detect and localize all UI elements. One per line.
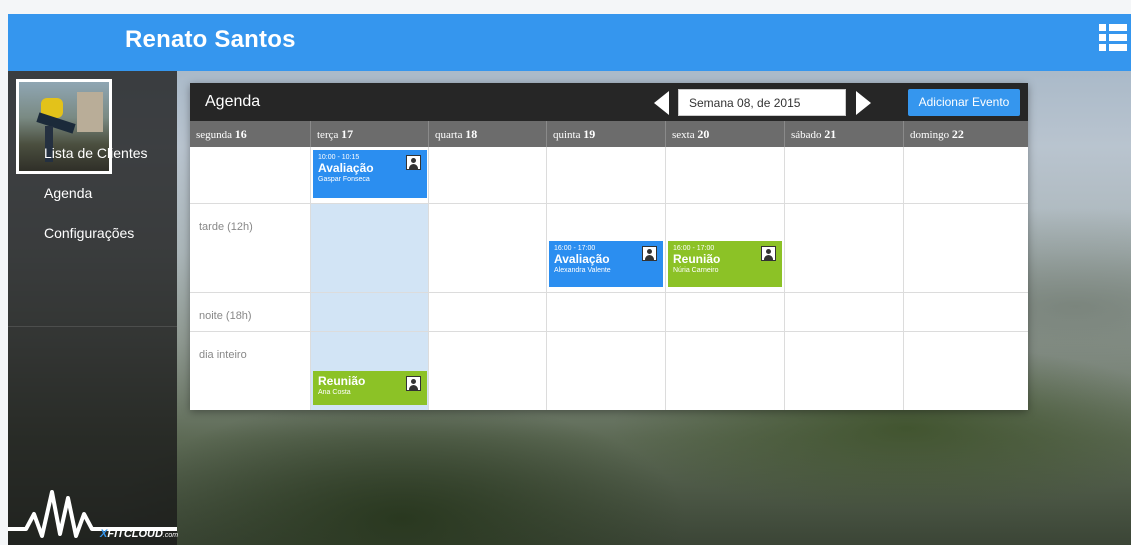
client-avatar-icon xyxy=(406,376,421,391)
day-column xyxy=(190,147,311,410)
row-label-dia-inteiro: dia inteiro xyxy=(199,349,247,361)
user-name: Renato Santos xyxy=(125,26,296,53)
sidebar-item-agenda[interactable]: Agenda xyxy=(44,185,92,201)
row-divider xyxy=(190,203,1028,204)
menu-icon[interactable] xyxy=(1099,24,1127,56)
add-event-button[interactable]: Adicionar Evento xyxy=(908,89,1020,116)
day-header-quarta[interactable]: quarta 18 xyxy=(429,121,547,147)
day-header-row: segunda 16 terça 17 quarta 18 quinta 19 … xyxy=(190,121,1028,147)
event-client: Alexandra Valente xyxy=(554,267,611,274)
day-header-terca[interactable]: terça 17 xyxy=(311,121,429,147)
row-label-tarde: tarde (12h) xyxy=(199,221,253,233)
event-card[interactable]: 16:00 - 17:00 Avaliação Alexandra Valent… xyxy=(549,241,663,287)
event-card[interactable]: 10:00 - 10:15 Avaliação Gaspar Fonseca xyxy=(313,150,427,198)
client-avatar-icon xyxy=(406,155,421,170)
agenda-header: Agenda Semana 08, de 2015 Adicionar Even… xyxy=(190,83,1028,121)
row-divider xyxy=(190,331,1028,332)
agenda-panel: Agenda Semana 08, de 2015 Adicionar Even… xyxy=(190,83,1028,410)
day-header-domingo[interactable]: domingo 22 xyxy=(904,121,1028,147)
day-column xyxy=(429,147,547,410)
day-header-sexta[interactable]: sexta 20 xyxy=(666,121,785,147)
calendar-grid[interactable]: tarde (12h) noite (18h) dia inteiro 10:0… xyxy=(190,147,1028,410)
sidebar-divider xyxy=(8,326,177,327)
week-field[interactable]: Semana 08, de 2015 xyxy=(678,89,846,116)
logo-text: XFITCLOUD.com xyxy=(100,528,179,540)
row-label-noite: noite (18h) xyxy=(199,310,252,322)
event-card[interactable]: 16:00 - 17:00 Reunião Núria Carneiro xyxy=(668,241,782,287)
top-bar: Renato Santos xyxy=(8,14,1131,71)
client-avatar-icon xyxy=(761,246,776,261)
day-header-segunda[interactable]: segunda 16 xyxy=(190,121,311,147)
page: Renato Santos Lista de Clientes Agenda C… xyxy=(8,14,1131,545)
event-client: Gaspar Fonseca xyxy=(318,176,370,183)
sidebar-item-lista-de-clientes[interactable]: Lista de Clientes xyxy=(44,145,148,161)
client-avatar-icon xyxy=(642,246,657,261)
sidebar: Lista de Clientes Agenda Configurações xyxy=(8,71,177,545)
event-card[interactable]: Reunião Ana Costa xyxy=(313,371,427,405)
next-week-arrow-icon[interactable] xyxy=(856,91,871,115)
sidebar-item-configuracoes[interactable]: Configurações xyxy=(44,225,134,241)
day-header-sabado[interactable]: sábado 21 xyxy=(785,121,904,147)
day-header-quinta[interactable]: quinta 19 xyxy=(547,121,666,147)
agenda-title: Agenda xyxy=(205,93,261,110)
event-client: Núria Carneiro xyxy=(673,267,719,274)
day-column xyxy=(785,147,904,410)
previous-week-arrow-icon[interactable] xyxy=(654,91,669,115)
row-divider xyxy=(190,292,1028,293)
